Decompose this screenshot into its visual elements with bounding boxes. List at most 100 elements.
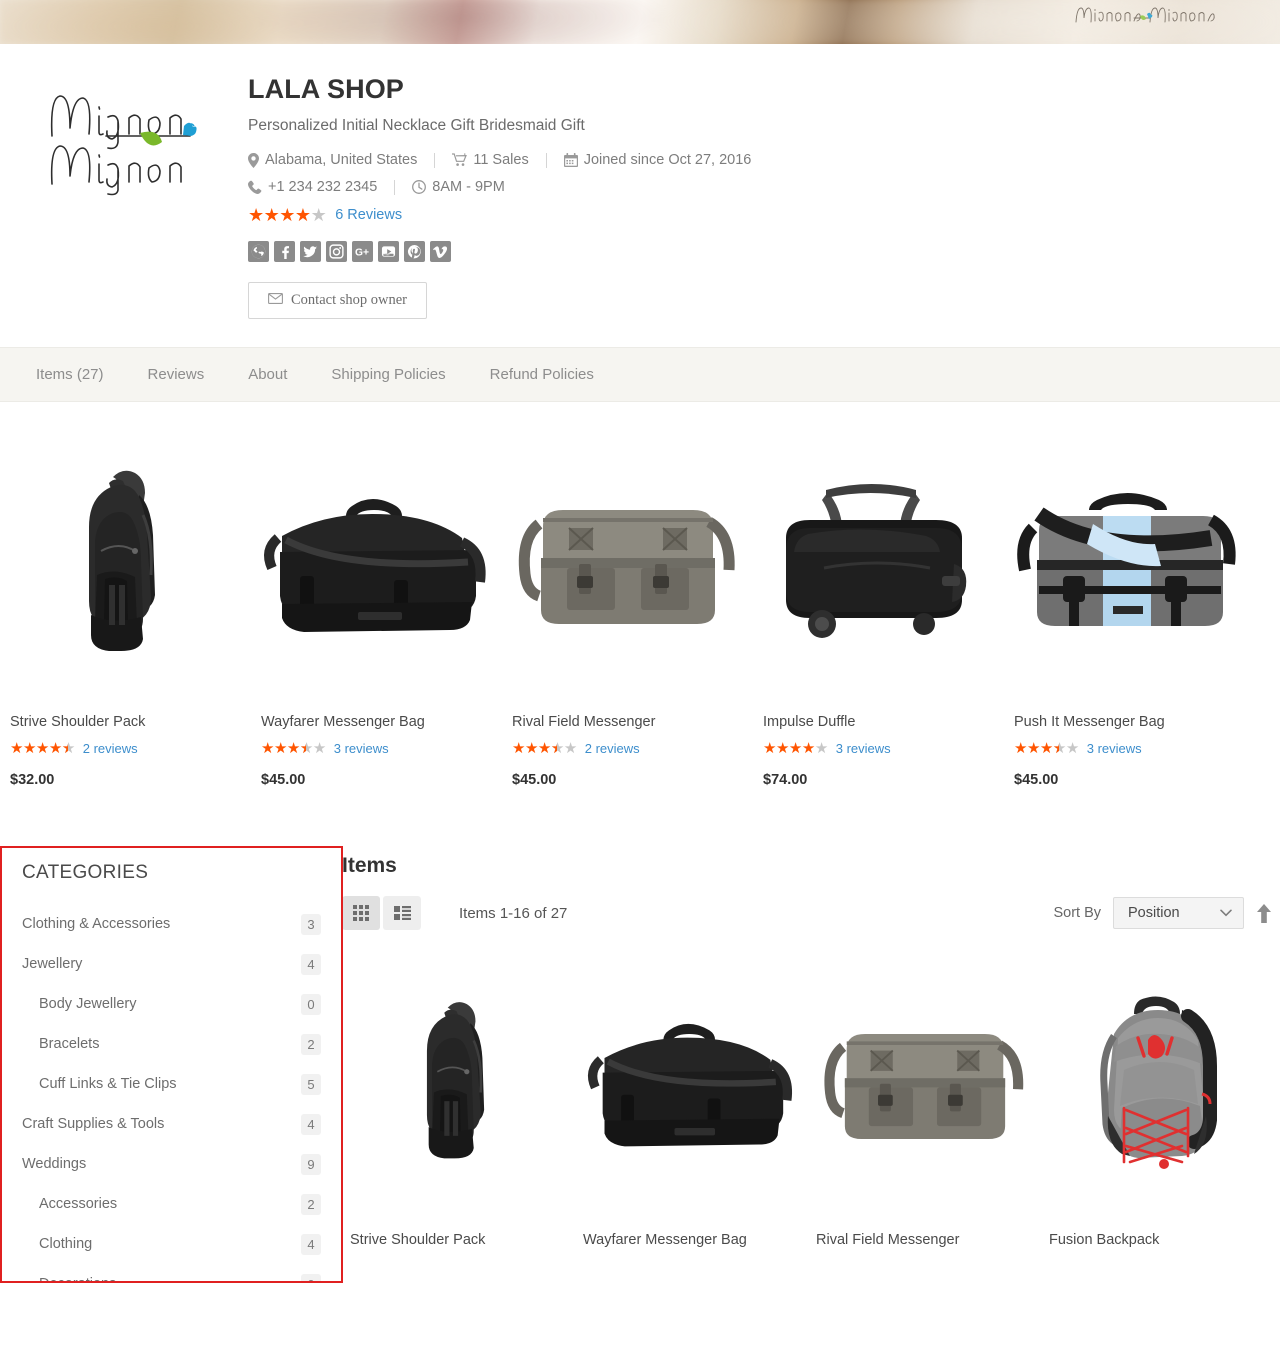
tab-refund-policies[interactable]: Refund Policies [490, 366, 594, 383]
shop-joined-text: Joined since Oct 27, 2016 [583, 152, 752, 168]
shop-sales-text: 11 Sales [473, 152, 529, 168]
product-reviews-link[interactable]: 3 reviews [334, 741, 389, 756]
category-item-decorations[interactable]: Decorations 0 [22, 1264, 321, 1281]
banner-watermark-logo [1075, 7, 1215, 23]
vimeo-icon[interactable] [430, 241, 451, 262]
sort-controls: Sort By Position [1053, 897, 1280, 929]
shop-hours-text: 8AM - 9PM [432, 179, 505, 195]
shop-sales: 11 Sales [452, 152, 529, 168]
category-item-body-jewellery[interactable]: Body Jewellery 0 [22, 984, 321, 1024]
shop-tabs: Items (27) Reviews About Shipping Polici… [0, 347, 1280, 402]
product-rating-stars: ★★★★★★ [1014, 740, 1079, 757]
product-rating-stars: ★★★★★★ [512, 740, 577, 757]
tab-reviews[interactable]: Reviews [148, 366, 205, 383]
category-item-accessories[interactable]: Accessories 2 [22, 1184, 321, 1224]
contact-shop-owner-button[interactable]: Contact shop owner [248, 282, 427, 319]
product-image-strive-shoulder-pack[interactable] [10, 442, 241, 692]
product-price: $32.00 [10, 772, 55, 788]
items-toolbar: Items 1-16 of 27 Sort By Position [342, 894, 1280, 932]
category-count: 9 [301, 1153, 321, 1175]
product-name[interactable]: Rival Field Messenger [512, 714, 743, 730]
shop-title: LALA SHOP [248, 74, 404, 104]
shop-phone: +1 234 232 2345 [248, 179, 377, 195]
pinterest-icon[interactable] [404, 241, 425, 262]
items-content: Items Items 1-16 of 27 Sort By Position … [334, 846, 1280, 1283]
product-image-fusion-backpack[interactable] [1049, 950, 1266, 1222]
tab-items[interactable]: Items (27) [36, 366, 104, 383]
product-image-wayfarer-messenger-bag[interactable] [261, 442, 492, 692]
category-label: Body Jewellery [39, 996, 137, 1012]
category-count: 4 [301, 1113, 321, 1135]
product-image-wayfarer-messenger-bag[interactable] [583, 950, 800, 1222]
google-plus-icon[interactable]: G+ [352, 241, 373, 262]
shop-banner [0, 0, 1280, 44]
product-reviews-link[interactable]: 2 reviews [585, 741, 640, 756]
sort-by-select[interactable]: Position [1113, 897, 1244, 929]
category-label: Clothing & Accessories [22, 916, 171, 932]
product-name[interactable]: Wayfarer Messenger Bag [583, 1232, 800, 1248]
product-name[interactable]: Wayfarer Messenger Bag [261, 714, 492, 730]
shop-logo [50, 95, 197, 196]
product-reviews-link[interactable]: 3 reviews [836, 741, 891, 756]
featured-product-card[interactable]: Strive Shoulder Pack ★★★★★★ 2 reviews $3… [0, 442, 251, 788]
category-label: Bracelets [39, 1036, 100, 1052]
product-image-rival-field-messenger[interactable] [512, 442, 743, 692]
product-card[interactable]: Strive Shoulder Pack [342, 950, 575, 1248]
shop-info: LALA SHOP Personalized Initial Necklace … [248, 74, 1280, 319]
product-rating-stars: ★★★★★★ [10, 740, 75, 757]
product-image-rival-field-messenger[interactable] [816, 950, 1033, 1222]
product-image-strive-shoulder-pack[interactable] [350, 950, 567, 1222]
category-item-clothing-accessories[interactable]: Clothing & Accessories 3 [22, 904, 321, 944]
category-label: Craft Supplies & Tools [22, 1116, 165, 1132]
facebook-icon[interactable] [274, 241, 295, 262]
category-item-jewellery[interactable]: Jewellery 4 [22, 944, 321, 984]
meta-divider [545, 152, 547, 168]
instagram-icon[interactable] [326, 241, 347, 262]
category-item-cuff-links-tie-clips[interactable]: Cuff Links & Tie Clips 5 [22, 1064, 321, 1104]
shop-reviews-link[interactable]: 6 Reviews [335, 207, 402, 223]
product-name[interactable]: Push It Messenger Bag [1014, 714, 1245, 730]
product-image-impulse-duffle[interactable] [763, 442, 994, 692]
category-count: 3 [301, 913, 321, 935]
product-name[interactable]: Impulse Duffle [763, 714, 994, 730]
list-view-icon[interactable] [383, 896, 421, 930]
svg-text:G+: G+ [355, 247, 369, 258]
twitter-icon[interactable] [300, 241, 321, 262]
featured-product-card[interactable]: Push It Messenger Bag ★★★★★★ 3 reviews $… [1004, 442, 1255, 788]
youtube-icon[interactable]: Tube [378, 241, 399, 262]
meta-divider [394, 179, 396, 195]
product-image-push-it-messenger-bag[interactable] [1014, 442, 1245, 692]
items-grid: Strive Shoulder Pack Wayfarer Messenger … [342, 950, 1280, 1248]
shop-meta-row-1: Alabama, United States 11 Sales Joined s… [248, 152, 1240, 168]
shop-joined: Joined since Oct 27, 2016 [563, 152, 752, 168]
category-count: 0 [301, 1273, 321, 1281]
grid-view-icon[interactable] [342, 896, 380, 930]
product-rating: ★★★★★ 3 reviews [763, 741, 994, 756]
tab-shipping-policies[interactable]: Shipping Policies [331, 366, 445, 383]
featured-product-card[interactable]: Rival Field Messenger ★★★★★★ 2 reviews $… [502, 442, 753, 788]
shop-rating: ★★★★★ 6 Reviews [248, 206, 1240, 224]
product-price: $45.00 [261, 772, 306, 788]
product-name[interactable]: Strive Shoulder Pack [350, 1232, 567, 1248]
social-links: G+ Tube [248, 241, 1240, 262]
product-reviews-link[interactable]: 2 reviews [83, 741, 138, 756]
category-item-bracelets[interactable]: Bracelets 2 [22, 1024, 321, 1064]
product-card[interactable]: Wayfarer Messenger Bag [575, 950, 808, 1248]
tab-about[interactable]: About [248, 366, 287, 383]
category-item-weddings[interactable]: Weddings 9 [22, 1144, 321, 1184]
featured-product-card[interactable]: Impulse Duffle ★★★★★ 3 reviews $74.00 [753, 442, 1004, 788]
product-name[interactable]: Strive Shoulder Pack [10, 714, 241, 730]
product-card[interactable]: Rival Field Messenger [808, 950, 1041, 1248]
product-card[interactable]: Fusion Backpack [1041, 950, 1274, 1248]
sort-direction-ascending-icon[interactable] [1256, 903, 1272, 923]
featured-product-card[interactable]: Wayfarer Messenger Bag ★★★★★★ 3 reviews … [251, 442, 502, 788]
product-name[interactable]: Fusion Backpack [1049, 1232, 1266, 1248]
svg-text:Tube: Tube [384, 254, 390, 257]
category-item-craft-supplies-tools[interactable]: Craft Supplies & Tools 4 [22, 1104, 321, 1144]
category-item-clothing[interactable]: Clothing 4 [22, 1224, 321, 1264]
shop-body: CATEGORIES Clothing & Accessories 3 Jewe… [0, 846, 1280, 1283]
website-icon[interactable] [248, 241, 269, 262]
sort-by-label: Sort By [1053, 905, 1101, 921]
product-name[interactable]: Rival Field Messenger [816, 1232, 1033, 1248]
product-reviews-link[interactable]: 3 reviews [1087, 741, 1142, 756]
